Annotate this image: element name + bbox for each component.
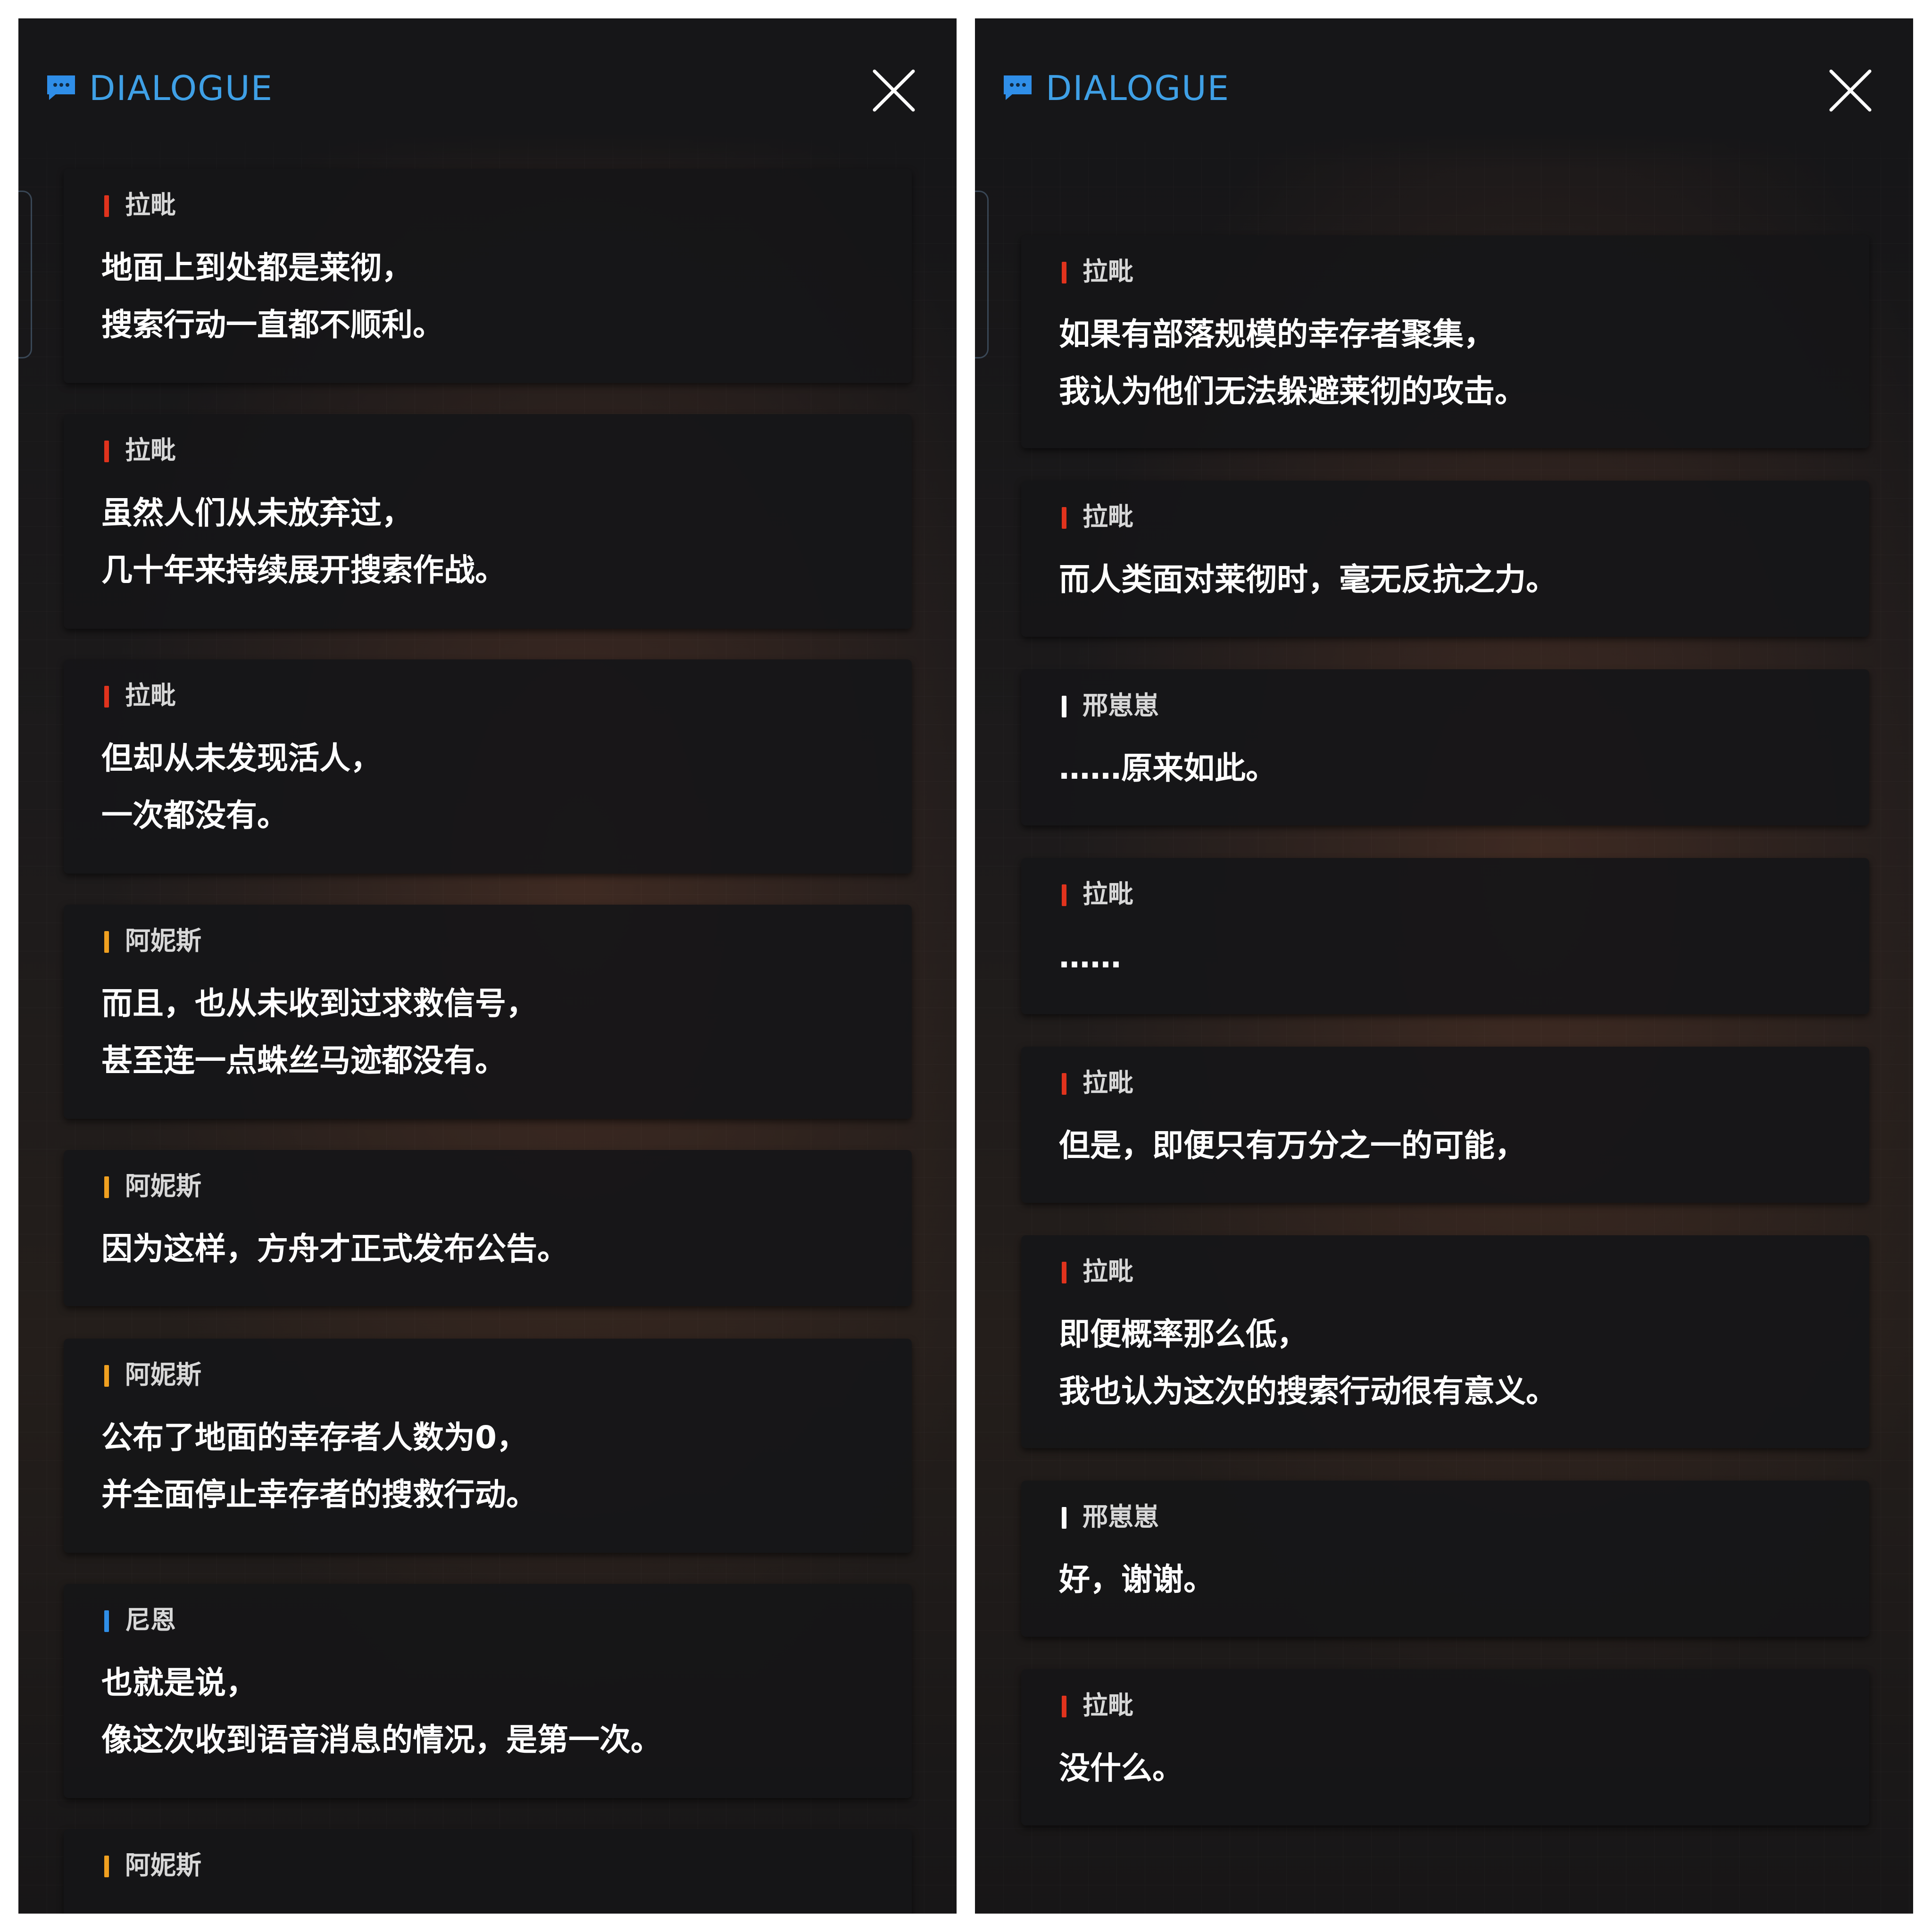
speaker-name: 阿妮斯 <box>125 1360 201 1390</box>
speaker-color-bar <box>1062 1262 1066 1283</box>
speaker-color-bar <box>104 195 109 217</box>
panel-header: DIALOGUE <box>975 18 1913 169</box>
speaker-color-bar <box>104 931 109 953</box>
dialogue-line: 地面上到处都是莱彻， <box>101 250 413 286</box>
speaker-name: 阿妮斯 <box>125 1171 201 1201</box>
chat-bubble-icon <box>47 75 75 100</box>
dialogue-line: 公布了地面的幸存者人数为0， <box>101 1419 528 1456</box>
dialogue-line: 即便概率那么低， <box>1059 1316 1308 1352</box>
dialogue-line: 而且，也从未收到过求救信号， <box>101 985 537 1022</box>
close-icon[interactable] <box>872 68 916 113</box>
speaker-name: 拉毗 <box>1083 1257 1133 1286</box>
speaker-name: 邢崽崽 <box>1083 691 1159 720</box>
dialogue-card: 拉毗虽然人们从未放弃过， 几十年来持续展开搜索作战。 <box>64 414 912 629</box>
speaker-name: 拉毗 <box>1083 502 1133 532</box>
speaker-color-bar <box>1062 507 1066 529</box>
dialogue-line: 像这次收到语音消息的情况，是第一次。 <box>101 1722 662 1758</box>
dialogue-line: 甚至连一点蛛丝马迹都没有。 <box>101 1042 506 1079</box>
dialogue-line: 但却从未发现活人， <box>101 740 382 776</box>
dialogue-line: …… <box>1059 939 1121 975</box>
dialogue-line: 我认为他们无法躲避莱彻的攻击。 <box>1059 373 1526 409</box>
dialogue-card: 拉毗而人类面对莱彻时，毫无反抗之力。 <box>1021 481 1869 637</box>
panel-header: DIALOGUE <box>18 18 957 169</box>
speaker-color-bar <box>1062 1073 1066 1095</box>
dialogue-card: 邢崽崽 ……原来如此。 <box>1021 669 1869 825</box>
dialogue-card: 拉毗但却从未发现活人， 一次都没有。 <box>64 659 912 874</box>
side-tab <box>975 191 989 358</box>
speaker-name: 拉毗 <box>1083 1068 1133 1098</box>
dialogue-card: 阿妮斯 <box>64 1829 912 1914</box>
dialogue-card: 阿妮斯因为这样，方舟才正式发布公告。 <box>64 1150 912 1306</box>
dialogue-card: 拉毗即便概率那么低， 我也认为这次的搜索行动很有意义。 <box>1021 1235 1869 1448</box>
speaker-color-bar <box>1062 1507 1066 1529</box>
side-tab <box>18 191 32 358</box>
speaker-name: 拉毗 <box>125 681 176 710</box>
dialogue-card: 拉毗地面上到处都是莱彻， 搜索行动一直都不顺利。 <box>64 169 912 383</box>
dialogue-line: 如果有部落规模的幸存者聚集， <box>1059 316 1495 352</box>
dialogue-title: DIALOGUE <box>1046 68 1230 108</box>
dialogue-card: 邢崽崽好，谢谢。 <box>1021 1481 1869 1637</box>
speaker-name: 尼恩 <box>125 1605 176 1635</box>
speaker-color-bar <box>104 441 109 462</box>
dialogue-card: 拉毗 …… <box>1021 858 1869 1014</box>
dialogue-line: 也就是说， <box>101 1665 257 1701</box>
dialogue-title: DIALOGUE <box>89 68 274 108</box>
speaker-color-bar <box>1062 696 1066 717</box>
dialogue-line: 搜索行动一直都不顺利。 <box>101 307 444 343</box>
dialogue-line: 我也认为这次的搜索行动很有意义。 <box>1059 1373 1557 1409</box>
dialogue-line: 好，谢谢。 <box>1059 1561 1215 1598</box>
speaker-color-bar <box>1062 1696 1066 1717</box>
speaker-name: 邢崽崽 <box>1083 1502 1159 1532</box>
dialogue-panel-right[interactable]: DIALOGUE 拉毗 如果有部落规模的幸存者聚集， 我认为他们无法躲避莱彻的攻击。… <box>975 18 1913 1914</box>
speaker-name: 阿妮斯 <box>125 926 201 956</box>
dialogue-card: 尼恩也就是说， 像这次收到语音消息的情况，是第一次。 <box>64 1584 912 1798</box>
speaker-color-bar <box>104 1176 109 1198</box>
speaker-name: 拉毗 <box>1083 1690 1133 1720</box>
speaker-color-bar <box>1062 262 1066 283</box>
dialogue-line: 几十年来持续展开搜索作战。 <box>101 552 506 588</box>
dialogue-line: 虽然人们从未放弃过， <box>101 495 413 531</box>
dialogue-line: ……原来如此。 <box>1059 750 1277 786</box>
speaker-color-bar <box>104 1856 109 1877</box>
speaker-color-bar <box>104 1610 109 1632</box>
dialogue-line: 并全面停止幸存者的搜救行动。 <box>101 1476 537 1513</box>
dialogue-card: 拉毗但是，即便只有万分之一的可能， <box>1021 1047 1869 1203</box>
dialogue-card: 拉毗没什么。 <box>1021 1669 1869 1825</box>
speaker-name: 拉毗 <box>1083 879 1133 909</box>
speaker-name: 拉毗 <box>1083 257 1133 286</box>
speaker-color-bar <box>1062 884 1066 906</box>
dialogue-line: 但是，即便只有万分之一的可能， <box>1059 1127 1526 1164</box>
speaker-name: 阿妮斯 <box>125 1850 201 1880</box>
close-icon[interactable] <box>1828 68 1873 113</box>
dialogue-card: 阿妮斯而且，也从未收到过求救信号， 甚至连一点蛛丝马迹都没有。 <box>64 905 912 1119</box>
speaker-color-bar <box>104 686 109 708</box>
dialogue-line: 因为这样，方舟才正式发布公告。 <box>101 1231 568 1267</box>
dialogue-line: 没什么。 <box>1059 1750 1183 1786</box>
speaker-color-bar <box>104 1365 109 1387</box>
dialogue-line: 一次都没有。 <box>101 797 288 833</box>
dialogue-panel-left[interactable]: DIALOGUE 拉毗 地面上到处都是莱彻， 搜索行动一直都不顺利。 拉毗 虽然人们从未… <box>18 18 957 1914</box>
dialogue-card: 拉毗如果有部落规模的幸存者聚集， 我认为他们无法躲避莱彻的攻击。 <box>1021 235 1869 448</box>
speaker-name: 拉毗 <box>125 435 176 465</box>
speaker-name: 拉毗 <box>125 190 176 220</box>
dialogue-line: 而人类面对莱彻时，毫无反抗之力。 <box>1059 561 1557 598</box>
chat-bubble-icon <box>1004 75 1032 100</box>
dialogue-card: 阿妮斯公布了地面的幸存者人数为0， 并全面停止幸存者的搜救行动。 <box>64 1339 912 1553</box>
